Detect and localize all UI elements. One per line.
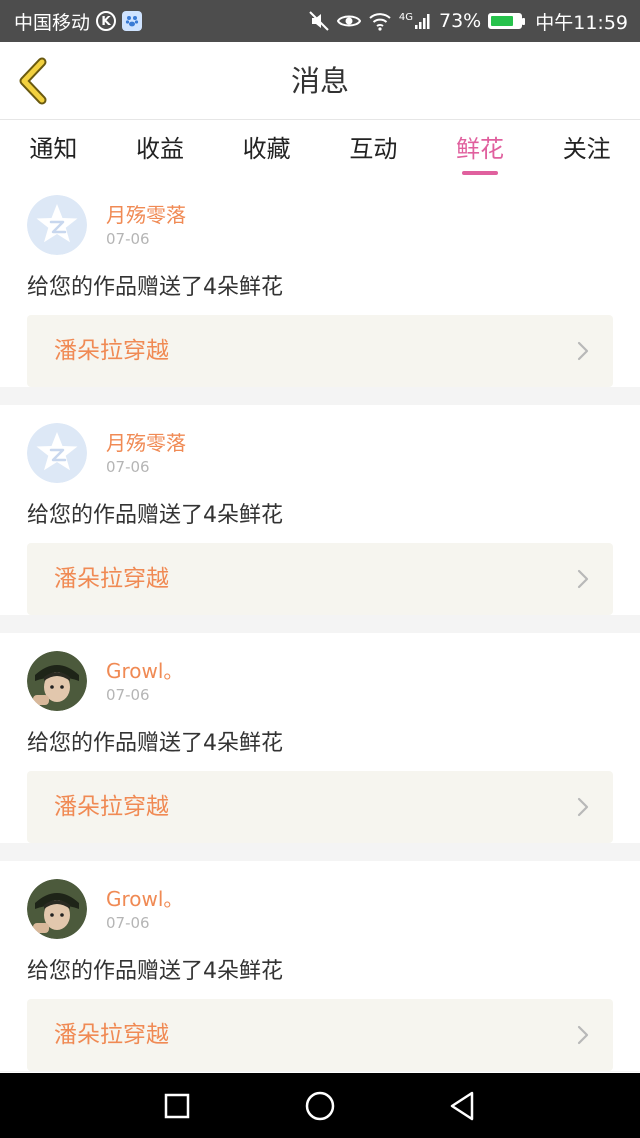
paw-app-icon: [122, 11, 143, 31]
username[interactable]: Growl。: [106, 655, 183, 684]
page-title: 消息: [290, 64, 349, 98]
work-link[interactable]: 潘朵拉穿越: [27, 771, 613, 843]
status-left: 中国移动 K: [14, 0, 143, 42]
wifi-icon: [368, 11, 392, 31]
username[interactable]: 月殇零落: [106, 427, 186, 456]
default-avatar-icon[interactable]: [27, 423, 87, 483]
home-button[interactable]: [280, 1073, 360, 1138]
notification-card: 月殇零落 07-06 给您的作品赠送了4朵鲜花潘朵拉穿越: [0, 177, 640, 387]
work-title: 潘朵拉穿越: [54, 566, 169, 592]
battery-icon: [488, 13, 526, 29]
tab-bar: 通知 收益 收藏 互动 鲜花 关注: [0, 121, 640, 177]
eye-icon: [336, 12, 361, 30]
notification-card: Growl。 07-06 给您的作品赠送了4朵鲜花潘朵拉穿越: [0, 633, 640, 843]
app-header: 消息: [0, 42, 640, 120]
notification-card: 月殇零落 07-06 给您的作品赠送了4朵鲜花潘朵拉穿越: [0, 405, 640, 615]
work-title: 潘朵拉穿越: [54, 1022, 169, 1048]
status-right: 4G 73% 中午11:59: [308, 0, 628, 42]
tab-0[interactable]: 通知: [0, 121, 107, 177]
battery-percent: 73%: [439, 10, 482, 32]
default-avatar-icon[interactable]: [27, 195, 87, 255]
notification-date: 07-06: [106, 230, 150, 248]
notification-message: 给您的作品赠送了4朵鲜花: [27, 275, 283, 300]
chevron-right-icon: [577, 569, 589, 589]
card-header: 月殇零落 07-06: [27, 405, 613, 491]
work-link[interactable]: 潘朵拉穿越: [27, 315, 613, 387]
work-title: 潘朵拉穿越: [54, 338, 169, 364]
square-icon: [164, 1093, 190, 1118]
username[interactable]: Growl。: [106, 883, 183, 912]
recent-apps-button[interactable]: [137, 1073, 217, 1138]
status-bar: 中国移动 K 4G 73% 中午11:59: [0, 0, 640, 42]
system-nav-bar: [0, 1073, 640, 1138]
back-nav-button[interactable]: [422, 1073, 502, 1138]
k-badge-icon: K: [96, 11, 117, 31]
notification-message: 给您的作品赠送了4朵鲜花: [27, 731, 283, 756]
battery-fill: [491, 16, 514, 26]
photo-avatar[interactable]: [27, 879, 87, 939]
tab-4[interactable]: 鲜花: [427, 121, 534, 177]
chevron-right-icon: [577, 797, 589, 817]
card-header: 月殇零落 07-06: [27, 177, 613, 263]
triangle-back-icon: [450, 1091, 474, 1120]
notification-date: 07-06: [106, 686, 150, 704]
card-header: Growl。 07-06: [27, 861, 613, 947]
tab-5[interactable]: 关注: [533, 121, 640, 177]
card-header: Growl。 07-06: [27, 633, 613, 719]
tab-1[interactable]: 收益: [107, 121, 214, 177]
work-link[interactable]: 潘朵拉穿越: [27, 999, 613, 1071]
notification-list[interactable]: 月殇零落 07-06 给您的作品赠送了4朵鲜花 潘朵拉穿越 月殇零落 07-06 给您的作品…: [0, 177, 640, 1072]
mute-icon: [308, 10, 330, 32]
work-title: 潘朵拉穿越: [54, 794, 169, 820]
notification-message: 给您的作品赠送了4朵鲜花: [27, 959, 283, 984]
clock: 中午11:59: [535, 11, 628, 34]
username[interactable]: 月殇零落: [106, 199, 186, 228]
photo-avatar[interactable]: [27, 651, 87, 711]
chevron-right-icon: [577, 1025, 589, 1045]
network-type-label: 4G: [398, 12, 413, 23]
circle-icon: [305, 1091, 335, 1120]
carrier-name: 中国移动: [14, 11, 91, 34]
work-link[interactable]: 潘朵拉穿越: [27, 543, 613, 615]
notification-card: Growl。 07-06 给您的作品赠送了4朵鲜花潘朵拉穿越: [0, 861, 640, 1071]
chevron-right-icon: [577, 341, 589, 361]
tab-2[interactable]: 收藏: [213, 121, 320, 177]
notification-message: 给您的作品赠送了4朵鲜花: [27, 503, 283, 528]
cellular-signal-icon: 4G: [399, 12, 432, 30]
notification-date: 07-06: [106, 458, 150, 476]
notification-date: 07-06: [106, 914, 150, 932]
tab-3[interactable]: 互动: [320, 121, 427, 177]
